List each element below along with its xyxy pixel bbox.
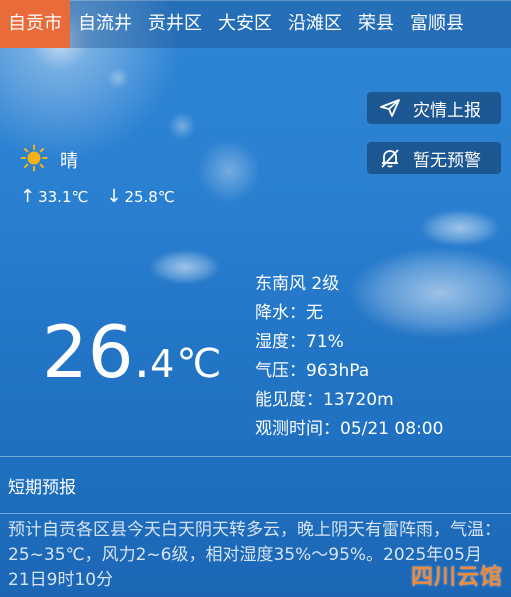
no-warning-label: 暂无预警 [413, 150, 481, 171]
forecast-title: 短期预报 [8, 477, 76, 498]
send-icon [379, 98, 401, 118]
humidity-info: 湿度：71% [255, 332, 344, 352]
tab-daan[interactable]: 大安区 [210, 0, 280, 48]
tab-rongxian[interactable]: 荣县 [350, 0, 402, 48]
site-logo: 四川云馆 [410, 565, 503, 590]
weather-details: 东南风 2级 降水：无 湿度：71% 气压：963hPa 能见度：13720m … [255, 270, 443, 444]
cloud [420, 210, 500, 246]
low-temp: ↓ 25.8℃ [106, 186, 175, 207]
lens-flare [197, 139, 261, 203]
short-term-forecast-header: 短期预报 [0, 456, 511, 514]
bell-off-icon [379, 147, 401, 169]
current-temperature: 26.4℃ [42, 310, 222, 394]
lens-flare [168, 112, 196, 140]
pressure-info: 气压：963hPa [255, 361, 370, 381]
tab-yantan[interactable]: 沿滩区 [280, 0, 350, 48]
weather-condition: 晴 [60, 151, 78, 172]
tab-ziliujing[interactable]: 自流井 [70, 0, 140, 48]
disaster-report-label: 灾情上报 [413, 100, 481, 121]
arrow-up-icon: ↑ [20, 186, 36, 207]
tab-zigong-city[interactable]: 自贡市 [0, 0, 70, 48]
visibility-info: 能见度：13720m [255, 390, 394, 410]
tab-fushun[interactable]: 富顺县 [402, 0, 472, 48]
sun-icon [20, 144, 48, 176]
tab-gongjing[interactable]: 贡井区 [140, 0, 210, 48]
arrow-down-icon: ↓ [106, 186, 122, 207]
lens-flare [107, 67, 129, 89]
cloud [150, 250, 220, 284]
high-temp: ↑ 33.1℃ [20, 186, 89, 207]
disaster-report-button[interactable]: 灾情上报 [367, 92, 501, 124]
no-warning-button[interactable]: 暂无预警 [367, 142, 501, 174]
precipitation-info: 降水：无 [255, 303, 323, 323]
region-tabs: 自贡市 自流井 贡井区 大安区 沿滩区 荣县 富顺县 [0, 0, 511, 48]
wind-info: 东南风 2级 [255, 274, 340, 294]
weather-summary: 晴 ↑ 33.1℃ ↓ 25.8℃ [20, 144, 175, 207]
observation-time: 观测时间：05/21 08:00 [255, 419, 444, 439]
